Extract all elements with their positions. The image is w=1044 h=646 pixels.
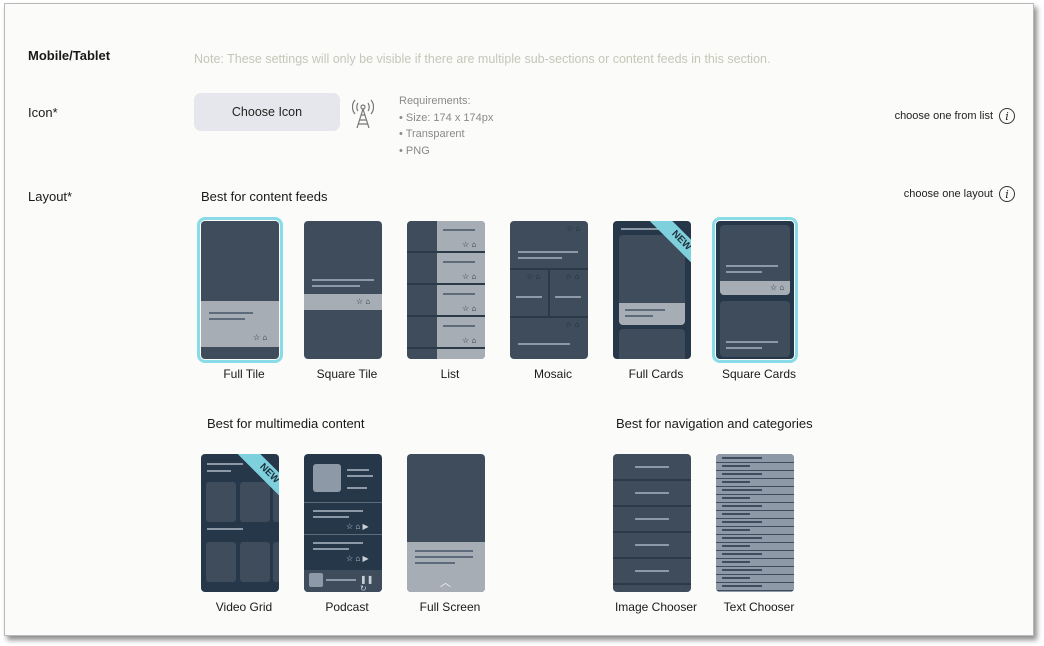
text-chooser-divider xyxy=(716,478,794,479)
layout-full-tile[interactable]: ☆ ⌂ xyxy=(197,217,283,363)
text-chooser-row xyxy=(722,569,762,571)
layout-list[interactable]: ☆ ⌂ ☆ ⌂ ☆ ⌂ ☆ ⌂ xyxy=(407,221,485,359)
text-chooser-divider xyxy=(716,582,794,583)
layout-label: Layout* xyxy=(28,189,73,204)
info-icon[interactable]: i xyxy=(999,186,1015,202)
layout-full-cards[interactable]: NEW xyxy=(613,221,691,359)
layout-podcast[interactable]: ☆ ⌂ ▶ ☆ ⌂ ▶ ❚❚ ↻ xyxy=(304,454,382,592)
text-chooser-row xyxy=(722,481,750,483)
group-title-navigation: Best for navigation and categories xyxy=(616,416,813,431)
choose-icon-button[interactable]: Choose Icon xyxy=(194,93,340,131)
text-chooser-divider xyxy=(716,462,794,463)
icon-requirements: Requirements: • Size: 174 x 174px • Tran… xyxy=(399,93,493,159)
text-chooser-row xyxy=(722,489,762,491)
text-chooser-divider xyxy=(716,558,794,559)
text-chooser-row xyxy=(722,505,762,507)
layout-caption: Image Chooser xyxy=(614,600,698,614)
requirement-transparent: • Transparent xyxy=(399,128,465,140)
info-icon[interactable]: i xyxy=(999,108,1015,124)
text-chooser-row xyxy=(722,457,762,459)
layout-full-screen[interactable]: ︿ xyxy=(407,454,485,592)
layout-caption: Podcast xyxy=(325,600,369,614)
visibility-note: Note: These settings will only be visibl… xyxy=(194,52,771,66)
text-chooser-row xyxy=(722,473,762,475)
requirement-size: • Size: 174 x 174px xyxy=(399,111,494,124)
icon-hint: choose one from list i xyxy=(895,108,1015,124)
text-chooser-divider xyxy=(716,550,794,551)
text-chooser-divider xyxy=(716,502,794,503)
text-chooser-row xyxy=(722,553,762,555)
text-chooser-divider xyxy=(716,526,794,527)
layout-square-tile[interactable]: ☆ ⌂ xyxy=(304,221,382,359)
layout-caption: Square Cards xyxy=(721,367,797,381)
text-chooser-row xyxy=(722,585,762,587)
text-chooser-row xyxy=(722,561,750,563)
layout-hint-text: choose one layout xyxy=(903,188,993,200)
requirement-format: • PNG xyxy=(399,144,430,157)
icon-hint-text: choose one from list xyxy=(894,110,993,122)
text-chooser-divider xyxy=(716,486,794,487)
group-title-content-feeds: Best for content feeds xyxy=(201,189,328,204)
text-chooser-divider xyxy=(716,470,794,471)
text-chooser-divider xyxy=(716,510,794,511)
layout-caption: Square Tile xyxy=(316,367,378,381)
layout-caption: List xyxy=(440,367,460,381)
layout-caption: Video Grid xyxy=(215,600,273,614)
text-chooser-divider xyxy=(716,534,794,535)
group-title-multimedia: Best for multimedia content xyxy=(207,416,365,431)
text-chooser-divider xyxy=(716,574,794,575)
layout-hint: choose one layout i xyxy=(904,186,1015,202)
layout-text-chooser[interactable] xyxy=(716,454,794,592)
icon-label: Icon* xyxy=(28,105,58,120)
text-chooser-row xyxy=(722,545,750,547)
text-chooser-row xyxy=(722,497,750,499)
layout-caption: Full Tile xyxy=(223,367,265,381)
broadcast-tower-icon xyxy=(351,99,375,129)
text-chooser-row xyxy=(722,529,750,531)
text-chooser-row xyxy=(722,465,750,467)
requirements-title: Requirements: xyxy=(399,95,471,107)
layout-caption: Full Cards xyxy=(628,367,684,381)
text-chooser-row xyxy=(722,537,762,539)
layout-mosaic[interactable]: ☆ ⌂ ☆ ⌂ ☆ ⌂ ☆ ⌂ xyxy=(510,221,588,359)
layout-caption: Text Chooser xyxy=(723,600,795,614)
text-chooser-divider xyxy=(716,494,794,495)
text-chooser-row xyxy=(722,513,750,515)
layout-caption: Mosaic xyxy=(533,367,572,381)
text-chooser-divider xyxy=(716,590,794,591)
text-chooser-row xyxy=(722,577,750,579)
text-chooser-row xyxy=(722,521,762,523)
text-chooser-divider xyxy=(716,518,794,519)
layout-image-chooser[interactable] xyxy=(613,454,691,592)
text-chooser-divider xyxy=(716,566,794,567)
layout-caption: Full Screen xyxy=(419,600,481,614)
section-title: Mobile/Tablet xyxy=(28,48,111,63)
settings-panel: Mobile/Tablet Note: These settings will … xyxy=(4,3,1034,636)
text-chooser-divider xyxy=(716,542,794,543)
layout-video-grid[interactable]: NEW xyxy=(201,454,279,592)
layout-square-cards[interactable]: ☆ ⌂ xyxy=(712,217,798,363)
